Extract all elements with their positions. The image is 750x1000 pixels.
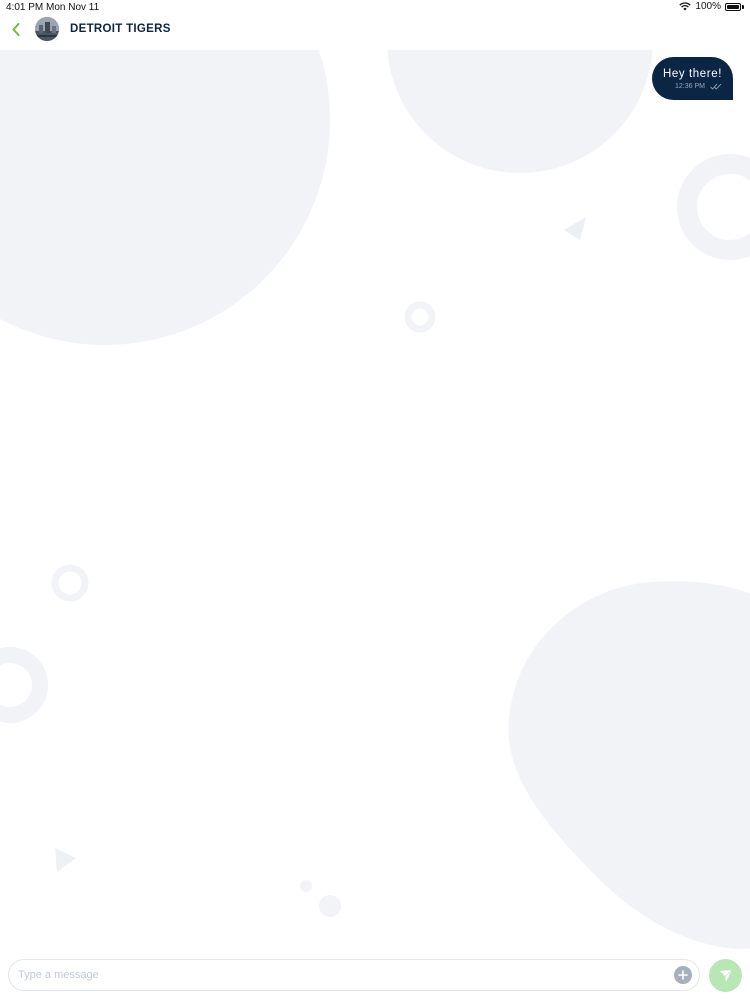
battery-icon	[725, 2, 741, 11]
bg-ring-center	[404, 301, 436, 333]
message-text: Hey there!	[662, 68, 722, 80]
team-photo-icon	[35, 17, 59, 41]
back-button[interactable]	[8, 20, 24, 38]
bg-ring-left	[51, 564, 89, 602]
status-date: Mon Nov 11	[46, 2, 100, 13]
bg-ring-left-large	[0, 647, 48, 723]
bg-blob-top-center	[387, 50, 653, 173]
bg-blob-bottom-right	[508, 581, 750, 949]
status-time: 4:01 PM	[6, 2, 44, 13]
add-attachment-button[interactable]	[674, 966, 692, 984]
status-indicators: 100%	[679, 1, 744, 12]
bg-triangle-top	[564, 217, 586, 240]
message-time: 12:36 PM	[675, 83, 705, 90]
background-decoration	[0, 50, 750, 949]
message-input[interactable]	[8, 959, 700, 991]
bg-triangle-bottom	[55, 848, 76, 872]
battery-tip	[742, 4, 744, 9]
double-check-icon	[710, 83, 722, 90]
chat-header: DETROIT TIGERS	[0, 14, 750, 50]
avatar[interactable]	[35, 17, 59, 41]
chat-area[interactable]: Hey there! 12:36 PM	[0, 50, 750, 955]
send-icon	[719, 969, 732, 982]
bg-dot-small	[300, 880, 312, 892]
plus-circle-icon	[678, 970, 688, 980]
wifi-icon	[679, 2, 692, 11]
bg-dot-medium	[319, 895, 341, 917]
message-composer	[0, 955, 750, 1000]
send-button[interactable]	[709, 959, 742, 992]
bg-ring-right	[677, 154, 750, 260]
message-meta: 12:36 PM	[663, 83, 722, 90]
bg-blob-top-left	[0, 50, 330, 345]
chevron-left-icon	[12, 22, 20, 36]
battery-percent: 100%	[695, 1, 721, 12]
status-bar: 4:01 PM Mon Nov 11 100%	[0, 0, 750, 14]
message-bubble-outgoing[interactable]: Hey there! 12:36 PM	[651, 57, 733, 100]
contact-name[interactable]: DETROIT TIGERS	[70, 23, 171, 35]
